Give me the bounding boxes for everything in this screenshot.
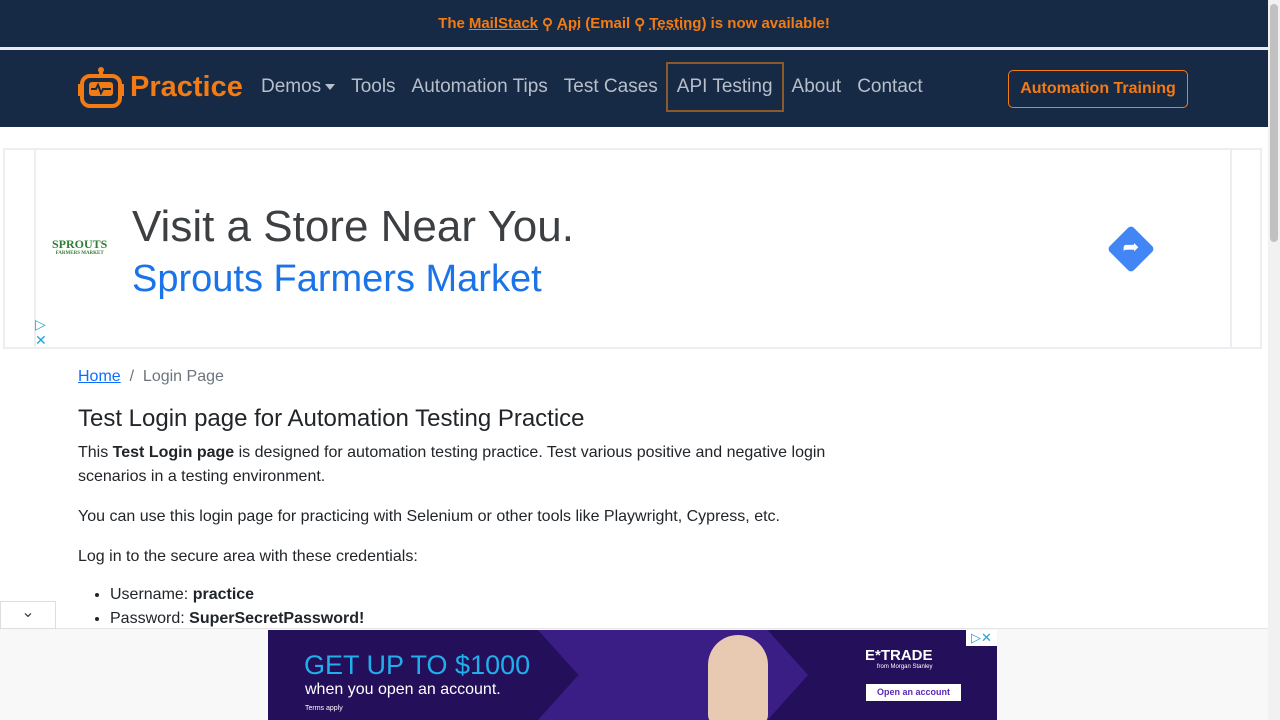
mailstack-link[interactable]: MailStack xyxy=(469,15,538,32)
bottom-ad[interactable]: GET UP TO $1000 when you open an account… xyxy=(268,630,997,720)
ad-image xyxy=(708,635,768,720)
credentials-text: Log in to the secure area with these cre… xyxy=(78,548,418,565)
close-ad-icon[interactable]: ✕ xyxy=(35,332,47,349)
announcement-bar: The MailStack ⚲ Api (Email ⚲ Testing) is n… xyxy=(0,0,1268,47)
nav-tools[interactable]: Tools xyxy=(343,62,403,112)
tools-text: You can use this login page for practici… xyxy=(78,508,780,525)
ad-terms: Terms apply xyxy=(305,705,343,712)
testing-link[interactable]: Testing xyxy=(649,15,701,32)
intro-text: This Test Login page is designed for aut… xyxy=(78,444,826,485)
page-title: Test Login page for Automation Testing P… xyxy=(78,405,585,432)
search-icon: ⚲ xyxy=(634,15,646,33)
ad-subtext: when you open an account. xyxy=(305,681,501,698)
nav-about[interactable]: About xyxy=(784,62,850,112)
brand-logo[interactable]: Practice xyxy=(78,66,243,108)
collapse-ad-button[interactable]: ⌄ xyxy=(0,601,56,629)
adchoices-icon[interactable]: ▷ xyxy=(35,316,46,333)
ad-advertiser[interactable]: Sprouts Farmers Market xyxy=(132,258,542,301)
banner-text: ) is now available! xyxy=(701,15,830,32)
breadcrumb-current: Login Page xyxy=(142,368,224,385)
ad-headline[interactable]: Visit a Store Near You. xyxy=(132,202,574,252)
adchoices-close-icon[interactable]: ▷✕ xyxy=(966,630,997,646)
sprouts-logo: SPROUTS FARMERS MARKET xyxy=(52,237,108,256)
nav-contact[interactable]: Contact xyxy=(849,62,930,112)
etrade-logo: E*TRADE from Morgan Stanley xyxy=(865,647,933,670)
search-icon: ⚲ xyxy=(542,15,554,33)
nav-demos[interactable]: Demos xyxy=(253,62,343,112)
scrollbar-thumb[interactable] xyxy=(1270,4,1278,242)
nav-automation-tips[interactable]: Automation Tips xyxy=(404,62,556,112)
chevron-down-icon: ⌄ xyxy=(21,604,35,621)
robot-icon xyxy=(78,67,124,108)
brand-name: Practice xyxy=(130,70,243,103)
ad-headline: GET UP TO $1000 xyxy=(304,650,531,680)
navbar: Practice Demos Tools Automation Tips Tes… xyxy=(0,50,1268,127)
main-content: Home / Login Page Test Login page for Au… xyxy=(78,368,858,631)
open-account-button[interactable]: Open an account xyxy=(866,684,961,701)
nav-test-cases[interactable]: Test Cases xyxy=(556,62,666,112)
scrollbar[interactable] xyxy=(1268,0,1280,720)
banner-text: (Email xyxy=(585,15,631,32)
automation-training-button[interactable]: Automation Training xyxy=(1008,70,1188,108)
list-item: Username: practice xyxy=(110,583,858,607)
nav-api-testing[interactable]: API Testing xyxy=(665,62,784,112)
banner-text: The xyxy=(438,15,465,32)
credentials-list: Username: practice Password: SuperSecret… xyxy=(110,583,858,631)
breadcrumb-home[interactable]: Home xyxy=(78,368,121,385)
caret-down-icon xyxy=(325,84,336,90)
breadcrumb: Home / Login Page xyxy=(78,368,224,385)
api-link[interactable]: Api xyxy=(557,15,581,32)
